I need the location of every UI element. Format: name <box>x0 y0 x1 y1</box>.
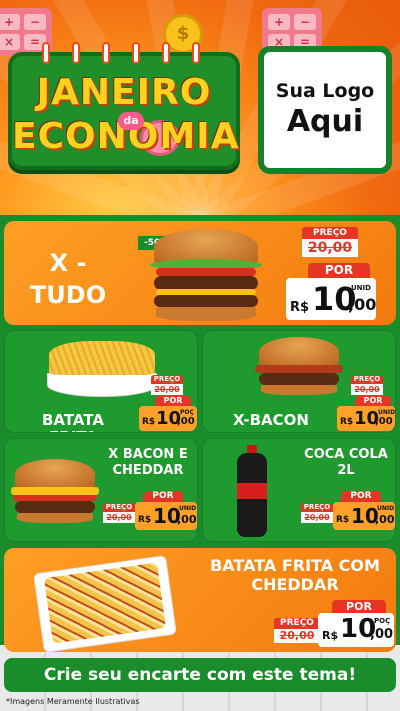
bottle-cap <box>247 445 257 453</box>
old-price: 20,00 <box>301 512 333 523</box>
binder-ring <box>132 42 140 64</box>
currency: R$ <box>290 300 310 315</box>
burger-tomato <box>156 268 256 276</box>
currency: R$ <box>340 417 354 427</box>
por-label: POR <box>341 491 381 502</box>
burger-patty <box>259 373 339 385</box>
old-price: 20,00 <box>351 384 383 395</box>
logo-placeholder-line2: Aqui <box>286 104 364 139</box>
product-name: X - TUDO <box>29 249 107 309</box>
burger-bun-bottom <box>261 385 337 395</box>
por-label: POR <box>308 263 370 278</box>
price-unit: POÇ <box>374 617 391 625</box>
por-label: POR <box>143 491 183 502</box>
product-card-x-bacon-cheddar[interactable]: X BACON E CHEDDAR PREÇO 20,00 POR R$ 10 … <box>4 438 198 542</box>
product-name: X BACON E CHEDDAR <box>108 447 188 478</box>
logo-placeholder: Sua Logo Aqui <box>258 46 392 174</box>
logo-placeholder-line1: Sua Logo <box>275 80 375 102</box>
product-name: BATATA FRITA COM CHEDDAR <box>210 556 380 594</box>
burger-patty <box>15 501 95 513</box>
fries-bowl <box>47 373 157 397</box>
price-unit: POÇ <box>180 409 194 416</box>
price-label: PREÇO <box>103 503 135 512</box>
currency: R$ <box>138 515 152 525</box>
price-unit: UNID <box>351 284 371 292</box>
fries-image <box>49 341 155 375</box>
burger-bun-bottom <box>156 307 256 321</box>
price-label: PREÇO <box>151 375 183 384</box>
price-decimal: ,00 <box>177 416 195 427</box>
price-decimal: ,00 <box>177 513 197 526</box>
promo-title-line1: JANEIRO <box>36 72 212 113</box>
old-price: 20,00 <box>302 239 358 257</box>
product-name: X-BACON <box>233 411 309 429</box>
price-decimal: ,00 <box>348 295 377 314</box>
binder-ring <box>42 42 50 64</box>
new-price: R$ 10 ,00 UNID <box>286 278 376 320</box>
burger-image <box>259 337 339 367</box>
promo-title-board: JANEIRO ECONOMIA da <box>8 42 240 170</box>
product-card-batata-cheddar[interactable]: BATATA FRITA COM CHEDDAR PREÇO 20,00 POR… <box>4 548 396 652</box>
product-card-coca-cola[interactable]: COCA COLA 2L PREÇO 20,00 POR R$ 10 ,00 U… <box>202 438 396 542</box>
price-decimal: ,00 <box>375 513 395 526</box>
new-price: R$ 10 ,00 UNID <box>135 502 197 530</box>
product-card-x-bacon[interactable]: X-BACON PREÇO 20,00 POR R$ 10 ,00 UNID <box>202 330 396 433</box>
currency: R$ <box>336 515 350 525</box>
product-card-x-tudo[interactable]: X - TUDO -50% PREÇO 20,00 POR R$ 10 ,00 … <box>4 221 396 325</box>
soda-bottle-label <box>237 483 267 499</box>
price-decimal: ,00 <box>370 627 394 642</box>
product-name: COCA COLA 2L <box>304 447 388 478</box>
binder-ring <box>72 42 80 64</box>
hero-banner: + − × = + − × = $ JANEIRO ECONOMIA da Sua Lo… <box>0 0 400 215</box>
product-card-batata-frita[interactable]: BATATA FRITA PREÇO 20,00 POR R$ 10 ,00 P… <box>4 330 198 433</box>
price-unit: UNID <box>377 505 395 512</box>
por-label: POR <box>332 600 386 613</box>
price-label: PREÇO <box>302 227 358 239</box>
price-unit: UNID <box>378 409 396 416</box>
promo-title-connector: da <box>118 112 144 130</box>
burger-patty <box>154 276 258 290</box>
cta-banner[interactable]: Crie seu encarte com este tema! <box>4 658 396 692</box>
burger-image <box>15 459 95 489</box>
por-label: POR <box>155 396 191 406</box>
currency: R$ <box>322 629 339 642</box>
binder-ring <box>102 42 110 64</box>
old-price: 20,00 <box>103 512 135 523</box>
new-price: R$ 10 ,00 UNID <box>337 406 395 431</box>
old-price: 20,00 <box>151 384 183 395</box>
new-price: R$ 10 ,00 POÇ <box>139 406 197 431</box>
binder-ring <box>162 42 170 64</box>
new-price: R$ 10 ,00 UNID <box>333 502 395 530</box>
product-name: BATATA FRITA <box>41 411 105 433</box>
burger-patty <box>154 295 258 307</box>
burger-cheese <box>11 487 99 495</box>
new-price: R$ 10 ,00 POÇ <box>318 613 394 647</box>
footnote: *Imagens Meramente Ilustrativas <box>6 697 140 706</box>
old-price: 20,00 <box>274 629 320 643</box>
por-label: POR <box>355 396 391 406</box>
binder-ring <box>192 42 200 64</box>
burger-bun-bottom <box>17 513 93 523</box>
price-unit: UNID <box>179 505 197 512</box>
price-label: PREÇO <box>301 503 333 512</box>
burger-bacon <box>255 365 343 373</box>
currency: R$ <box>142 417 156 427</box>
price-label: PREÇO <box>351 375 383 384</box>
price-decimal: ,00 <box>375 416 393 427</box>
price-label: PREÇO <box>274 618 320 629</box>
